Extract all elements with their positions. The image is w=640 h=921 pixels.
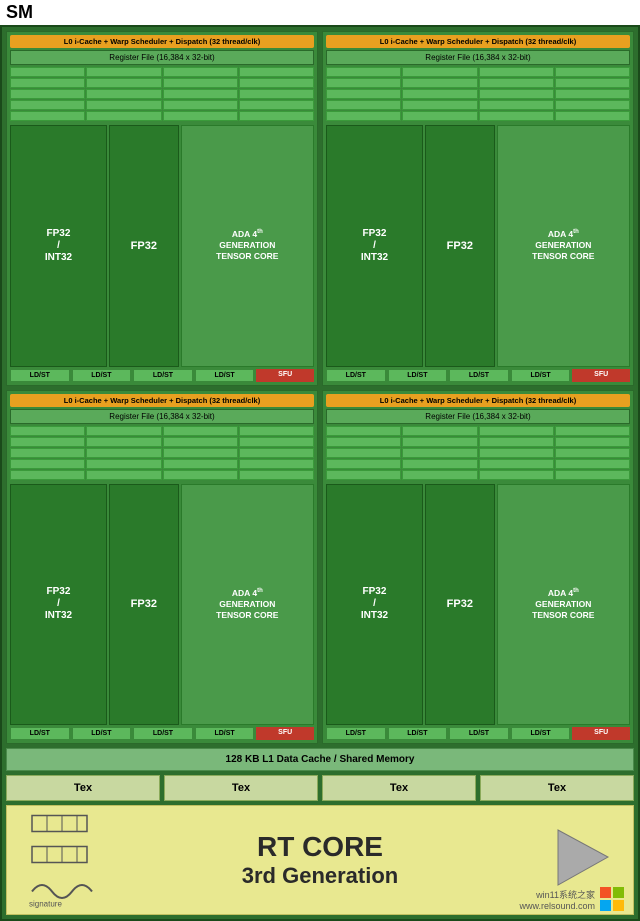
bottom-units-1: LD/ST LD/ST LD/ST LD/ST SFU: [10, 369, 314, 382]
ldst-4a: LD/ST: [326, 727, 386, 740]
bottom-units-3: LD/ST LD/ST LD/ST LD/ST SFU: [10, 727, 314, 740]
fp32-int32-unit-2: FP32 / INT32: [326, 125, 423, 367]
svg-text:signature: signature: [29, 900, 62, 909]
tex-unit-4: Tex: [480, 775, 634, 801]
ldst-3b: LD/ST: [72, 727, 132, 740]
ldst-3a: LD/ST: [10, 727, 70, 740]
watermark-url: www.relsound.com: [519, 901, 595, 911]
reg-file-2: Register File (16,384 x 32-bit): [326, 50, 630, 65]
tex-unit-3: Tex: [322, 775, 476, 801]
tex-row: Tex Tex Tex Tex: [6, 775, 634, 801]
ldst-1d: LD/ST: [195, 369, 255, 382]
box-diagram-icon-2: [27, 843, 97, 868]
reg-file-3: Register File (16,384 x 32-bit): [10, 409, 314, 424]
warp-bar-1: L0 i-Cache + Warp Scheduler + Dispatch (…: [10, 35, 314, 48]
ldst-1a: LD/ST: [10, 369, 70, 382]
win11-logo-icon: [599, 886, 625, 912]
rt-icon-right: [548, 825, 613, 895]
sm-label: SM: [0, 0, 640, 25]
ldst-1b: LD/ST: [72, 369, 132, 382]
ldst-2d: LD/ST: [511, 369, 571, 382]
fp32-unit-2: FP32: [425, 125, 495, 367]
fp32-unit-1: FP32: [109, 125, 179, 367]
rt-icon-left: signature: [27, 812, 102, 909]
rt-core-section: signature RT CORE 3rd Generation win11系统…: [6, 805, 634, 915]
box-diagram-icon: [27, 812, 97, 837]
warp-bar-4: L0 i-Cache + Warp Scheduler + Dispatch (…: [326, 394, 630, 407]
bottom-units-4: LD/ST LD/ST LD/ST LD/ST SFU: [326, 727, 630, 740]
watermark: win11系统之家 www.relsound.com: [519, 886, 625, 912]
ldst-1c: LD/ST: [133, 369, 193, 382]
ldst-4b: LD/ST: [388, 727, 448, 740]
rt-core-title: RT CORE: [242, 831, 398, 863]
units-row-1: FP32 / INT32 FP32 ADA 4th GENERATION TEN…: [10, 125, 314, 367]
wavy-icon: signature: [27, 874, 102, 909]
fp32-unit-4: FP32: [425, 484, 495, 726]
reg-file-1: Register File (16,384 x 32-bit): [10, 50, 314, 65]
ldst-2b: LD/ST: [388, 369, 448, 382]
rt-core-text: RT CORE 3rd Generation: [242, 831, 398, 889]
fp32-int32-unit-3: FP32 / INT32: [10, 484, 107, 726]
quadrant-grid: L0 i-Cache + Warp Scheduler + Dispatch (…: [6, 31, 634, 744]
quadrant-1: L0 i-Cache + Warp Scheduler + Dispatch (…: [6, 31, 318, 386]
warp-bar-2: L0 i-Cache + Warp Scheduler + Dispatch (…: [326, 35, 630, 48]
units-row-2: FP32 / INT32 FP32 ADA 4th GENERATION TEN…: [326, 125, 630, 367]
tex-unit-2: Tex: [164, 775, 318, 801]
ldst-4d: LD/ST: [511, 727, 571, 740]
ldst-3d: LD/ST: [195, 727, 255, 740]
reg-file-4: Register File (16,384 x 32-bit): [326, 409, 630, 424]
sfu-4: SFU: [572, 727, 630, 740]
units-row-4: FP32 / INT32 FP32 ADA 4th GENERATION TEN…: [326, 484, 630, 726]
ldst-2c: LD/ST: [449, 369, 509, 382]
quadrant-2: L0 i-Cache + Warp Scheduler + Dispatch (…: [322, 31, 634, 386]
l1-cache-bar: 128 KB L1 Data Cache / Shared Memory: [6, 748, 634, 771]
fp32-int32-unit-4: FP32 / INT32: [326, 484, 423, 726]
sm-block: L0 i-Cache + Warp Scheduler + Dispatch (…: [0, 25, 640, 921]
units-row-3: FP32 / INT32 FP32 ADA 4th GENERATION TEN…: [10, 484, 314, 726]
tex-unit-1: Tex: [6, 775, 160, 801]
quadrant-4: L0 i-Cache + Warp Scheduler + Dispatch (…: [322, 390, 634, 745]
tensor-core-1: ADA 4th GENERATION TENSOR CORE: [181, 125, 314, 367]
quadrant-3: L0 i-Cache + Warp Scheduler + Dispatch (…: [6, 390, 318, 745]
triangle-icon: [548, 825, 613, 890]
fp32-unit-3: FP32: [109, 484, 179, 726]
bottom-units-2: LD/ST LD/ST LD/ST LD/ST SFU: [326, 369, 630, 382]
ldst-2a: LD/ST: [326, 369, 386, 382]
sfu-2: SFU: [572, 369, 630, 382]
warp-bar-3: L0 i-Cache + Warp Scheduler + Dispatch (…: [10, 394, 314, 407]
tensor-core-2: ADA 4th GENERATION TENSOR CORE: [497, 125, 630, 367]
sfu-1: SFU: [256, 369, 314, 382]
tensor-core-3: ADA 4th GENERATION TENSOR CORE: [181, 484, 314, 726]
ldst-3c: LD/ST: [133, 727, 193, 740]
ldst-4c: LD/ST: [449, 727, 509, 740]
watermark-site: win11系统之家: [536, 888, 595, 901]
rt-core-subtitle: 3rd Generation: [242, 863, 398, 889]
fp32-int32-unit-1: FP32 / INT32: [10, 125, 107, 367]
tensor-core-4: ADA 4th GENERATION TENSOR CORE: [497, 484, 630, 726]
sfu-3: SFU: [256, 727, 314, 740]
main-container: SM L0 i-Cache + Warp Scheduler + Dispatc…: [0, 0, 640, 921]
